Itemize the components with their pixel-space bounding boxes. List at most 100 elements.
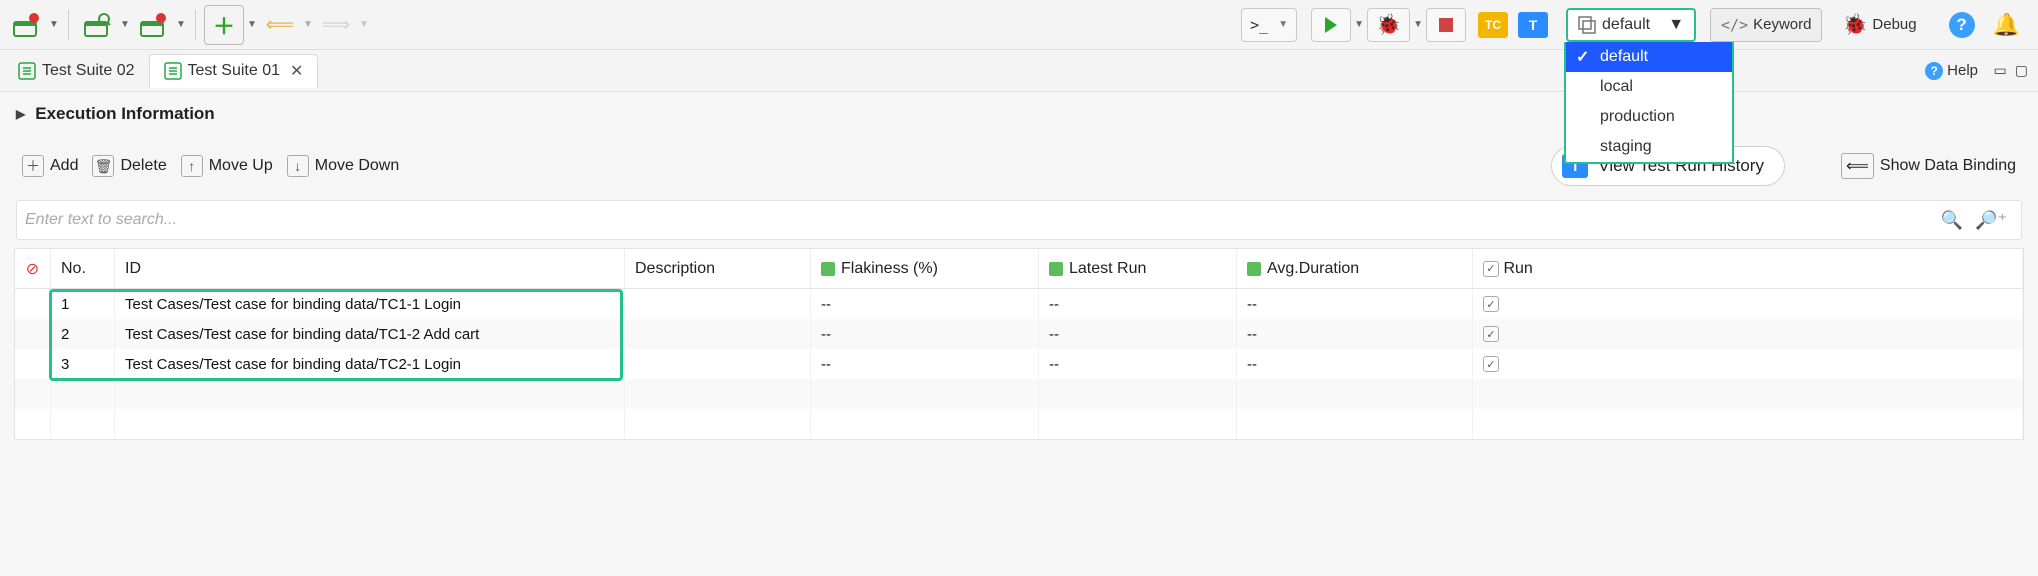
show-data-binding-label: Show Data Binding bbox=[1880, 157, 2016, 175]
debug-label: Debug bbox=[1872, 16, 1916, 33]
cell-flak: -- bbox=[811, 349, 1039, 379]
play-icon bbox=[1325, 17, 1337, 33]
spy-web-button[interactable] bbox=[77, 5, 117, 45]
profile-option-staging[interactable]: staging bbox=[1566, 132, 1732, 162]
table-row-empty bbox=[15, 409, 2023, 439]
help-button[interactable]: ? bbox=[1949, 12, 1975, 38]
notifications-button[interactable]: 🔔 bbox=[1993, 12, 2020, 38]
plus-icon: ＋ bbox=[22, 155, 44, 177]
run-button[interactable] bbox=[1311, 8, 1351, 42]
terminal-button[interactable]: >_ ▼ bbox=[1241, 8, 1297, 42]
testops-icon: T bbox=[1529, 17, 1538, 33]
terminal-icon: >_ bbox=[1250, 16, 1268, 34]
redo-dropdown[interactable]: ▼ bbox=[358, 19, 370, 30]
new-dropdown[interactable]: ▼ bbox=[246, 19, 258, 30]
help-link[interactable]: ? Help bbox=[1925, 62, 1978, 80]
move-down-button[interactable]: ↓ Move Down bbox=[287, 155, 399, 177]
maximize-button[interactable]: ▢ bbox=[2015, 62, 2028, 79]
testcloud-button[interactable]: TC bbox=[1478, 12, 1508, 38]
table-row-empty bbox=[15, 379, 2023, 409]
cell-avg: -- bbox=[1237, 289, 1473, 319]
window-controls: ▭ ▢ bbox=[1994, 62, 2028, 79]
profile-dropdown-button[interactable]: default ▼ bbox=[1566, 8, 1696, 42]
tab-test-suite-02[interactable]: Test Suite 02 bbox=[4, 54, 149, 88]
help-icon: ? bbox=[1925, 62, 1943, 80]
help-label: Help bbox=[1947, 62, 1978, 79]
spy-web-icon bbox=[83, 12, 111, 38]
col-run[interactable]: ✓ Run bbox=[1473, 249, 2023, 288]
col-latest-run[interactable]: Latest Run bbox=[1039, 249, 1237, 288]
cell-latest: -- bbox=[1039, 319, 1237, 349]
cell-avg: -- bbox=[1237, 319, 1473, 349]
profile-option-production[interactable]: production bbox=[1566, 102, 1732, 132]
separator bbox=[68, 10, 69, 40]
add-button[interactable]: ＋ Add bbox=[22, 155, 78, 177]
col-flakiness[interactable]: Flakiness (%) bbox=[811, 249, 1039, 288]
expand-toggle[interactable]: ▶ bbox=[16, 107, 25, 121]
undo-dropdown[interactable]: ▼ bbox=[302, 19, 314, 30]
col-id[interactable]: ID bbox=[115, 249, 625, 288]
search-bar: 🔍 🔎⁺ bbox=[16, 200, 2022, 240]
delete-button[interactable]: 🗑 Delete bbox=[92, 155, 166, 177]
profile-option-default[interactable]: default bbox=[1566, 42, 1732, 72]
record-web-button[interactable] bbox=[6, 5, 46, 45]
col-no[interactable]: No. bbox=[51, 249, 115, 288]
search-icon[interactable]: 🔍 bbox=[1941, 210, 1963, 231]
cell-latest: -- bbox=[1039, 289, 1237, 319]
col-description[interactable]: Description bbox=[625, 249, 811, 288]
undo-button[interactable]: ⟸ bbox=[260, 5, 300, 45]
search-input[interactable] bbox=[25, 201, 1935, 239]
record-mobile-dropdown[interactable]: ▼ bbox=[175, 19, 187, 30]
debug-mode-button[interactable]: 🐞 Debug bbox=[1832, 8, 1926, 42]
chevron-down-icon: ▼ bbox=[1668, 16, 1684, 34]
stop-button[interactable] bbox=[1426, 8, 1466, 42]
spy-web-dropdown[interactable]: ▼ bbox=[119, 19, 131, 30]
move-up-label: Move Up bbox=[209, 157, 273, 175]
redo-icon: ⟹ bbox=[322, 12, 351, 37]
debug-run-button[interactable]: 🐞 bbox=[1367, 8, 1410, 42]
run-checkbox[interactable]: ✓ bbox=[1483, 356, 1499, 372]
minimize-button[interactable]: ▭ bbox=[1994, 62, 2007, 79]
table-row[interactable]: 3 Test Cases/Test case for binding data/… bbox=[15, 349, 2023, 379]
run-checkbox[interactable]: ✓ bbox=[1483, 326, 1499, 342]
advanced-search-icon[interactable]: 🔎⁺ bbox=[1975, 210, 2007, 231]
profile-selector: default ▼ default local production stagi… bbox=[1566, 8, 1696, 42]
collapse-left-icon: ⟸ bbox=[1841, 153, 1874, 179]
suite-icon bbox=[164, 62, 182, 80]
cell-no: 2 bbox=[51, 319, 115, 349]
profile-option-local[interactable]: local bbox=[1566, 72, 1732, 102]
cell-desc bbox=[625, 349, 811, 379]
profile-icon bbox=[1578, 16, 1596, 34]
question-icon: ? bbox=[1956, 15, 1966, 35]
run-checkbox[interactable]: ✓ bbox=[1483, 296, 1499, 312]
show-data-binding-button[interactable]: ⟸ Show Data Binding bbox=[1841, 153, 2016, 179]
keyword-mode-button[interactable]: </> Keyword bbox=[1710, 8, 1822, 42]
main-toolbar: ▼ ▼ ▼ ＋ ▼ ⟸ ▼ ⟹ ▼ >_ ▼ ▼ 🐞 ▼ TC T bbox=[0, 0, 2038, 50]
cell-run: ✓ bbox=[1473, 289, 2023, 319]
redo-button[interactable]: ⟹ bbox=[316, 5, 356, 45]
testops-button[interactable]: T bbox=[1518, 12, 1548, 38]
col-avg-duration[interactable]: Avg.Duration bbox=[1237, 249, 1473, 288]
debug-run-dropdown[interactable]: ▼ bbox=[1412, 19, 1424, 30]
run-dropdown[interactable]: ▼ bbox=[1353, 19, 1365, 30]
record-web-dropdown[interactable]: ▼ bbox=[48, 19, 60, 30]
katalon-icon bbox=[821, 262, 835, 276]
tab-test-suite-01[interactable]: Test Suite 01 ✕ bbox=[149, 54, 319, 88]
cell-id: Test Cases/Test case for binding data/TC… bbox=[115, 319, 625, 349]
new-button[interactable]: ＋ bbox=[204, 5, 244, 45]
table-row[interactable]: 2 Test Cases/Test case for binding data/… bbox=[15, 319, 2023, 349]
col-warning[interactable]: ⊘ bbox=[15, 249, 51, 288]
record-web-icon bbox=[12, 12, 40, 38]
cell-no: 1 bbox=[51, 289, 115, 319]
cell-desc bbox=[625, 319, 811, 349]
keyword-label: Keyword bbox=[1753, 16, 1811, 33]
tab-label: Test Suite 01 bbox=[188, 62, 281, 80]
record-mobile-button[interactable] bbox=[133, 5, 173, 45]
tab-label: Test Suite 02 bbox=[42, 62, 135, 80]
plus-icon: ＋ bbox=[213, 9, 235, 41]
testcloud-icon: TC bbox=[1485, 18, 1501, 32]
move-up-button[interactable]: ↑ Move Up bbox=[181, 155, 273, 177]
table-row[interactable]: 1 Test Cases/Test case for binding data/… bbox=[15, 289, 2023, 319]
cell-no: 3 bbox=[51, 349, 115, 379]
close-tab-button[interactable]: ✕ bbox=[290, 61, 303, 81]
